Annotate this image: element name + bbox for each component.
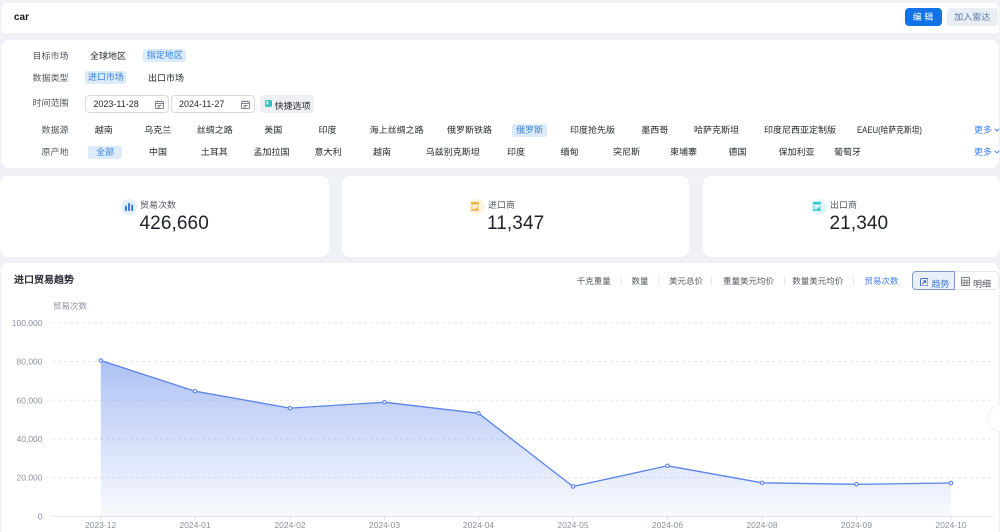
svg-text:100,000: 100,000 (12, 318, 43, 328)
svg-text:60,000: 60,000 (17, 395, 43, 405)
svg-text:2024-06: 2024-06 (652, 520, 683, 530)
svg-text:贸易次数: 贸易次数 (53, 301, 88, 311)
svg-text:20,000: 20,000 (17, 473, 43, 483)
svg-text:2024-05: 2024-05 (557, 520, 588, 530)
svg-text:2023-12: 2023-12 (85, 520, 116, 530)
svg-text:0: 0 (38, 511, 43, 521)
svg-text:2024-08: 2024-08 (746, 520, 777, 530)
svg-text:2024-10: 2024-10 (935, 520, 966, 530)
svg-text:2024-03: 2024-03 (369, 520, 400, 530)
svg-text:80,000: 80,000 (17, 357, 43, 367)
svg-text:2024-04: 2024-04 (463, 520, 494, 530)
svg-text:2024-02: 2024-02 (274, 520, 305, 530)
svg-text:40,000: 40,000 (17, 434, 43, 444)
svg-text:2024-01: 2024-01 (179, 520, 210, 530)
svg-text:2024-09: 2024-09 (841, 520, 872, 530)
